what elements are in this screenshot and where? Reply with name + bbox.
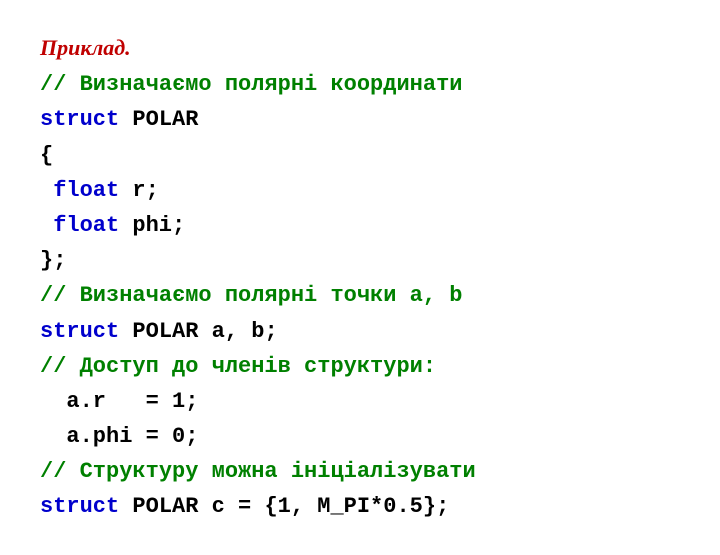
code-line-2: struct POLAR xyxy=(40,102,680,137)
code-text: a.phi = 0; xyxy=(66,424,198,449)
code-line-5: float phi; xyxy=(40,208,680,243)
code-line-9: // Доступ до членів структури: xyxy=(40,349,680,384)
code-text: POLAR c = {1, M_PI*0.5}; xyxy=(119,494,449,519)
comment-text: // Визначаємо полярні точки a, b xyxy=(40,283,462,308)
code-line-8: struct POLAR a, b; xyxy=(40,314,680,349)
keyword-struct: struct xyxy=(40,107,119,132)
example-heading: Приклад. xyxy=(40,30,680,65)
code-text: a.r = 1; xyxy=(66,389,198,414)
comment-text: // Визначаємо полярні координати xyxy=(40,72,462,97)
code-line-4: float r; xyxy=(40,173,680,208)
keyword-float: float xyxy=(53,213,119,238)
code-line-10: a.r = 1; xyxy=(40,384,680,419)
code-line-12: // Структуру можна ініціалізувати xyxy=(40,454,680,489)
code-text: }; xyxy=(40,248,66,273)
code-text: phi; xyxy=(119,213,185,238)
code-text: r; xyxy=(119,178,159,203)
comment-text: // Доступ до членів структури: xyxy=(40,354,436,379)
code-line-3: { xyxy=(40,138,680,173)
code-line-11: a.phi = 0; xyxy=(40,419,680,454)
code-line-1: // Визначаємо полярні координати xyxy=(40,67,680,102)
code-text: { xyxy=(40,143,53,168)
keyword-struct: struct xyxy=(40,319,119,344)
code-line-6: }; xyxy=(40,243,680,278)
keyword-float: float xyxy=(53,178,119,203)
code-text: POLAR a, b; xyxy=(119,319,277,344)
comment-text: // Структуру можна ініціалізувати xyxy=(40,459,476,484)
code-text: POLAR xyxy=(119,107,198,132)
code-line-13: struct POLAR c = {1, M_PI*0.5}; xyxy=(40,489,680,524)
keyword-struct: struct xyxy=(40,494,119,519)
code-line-7: // Визначаємо полярні точки a, b xyxy=(40,278,680,313)
